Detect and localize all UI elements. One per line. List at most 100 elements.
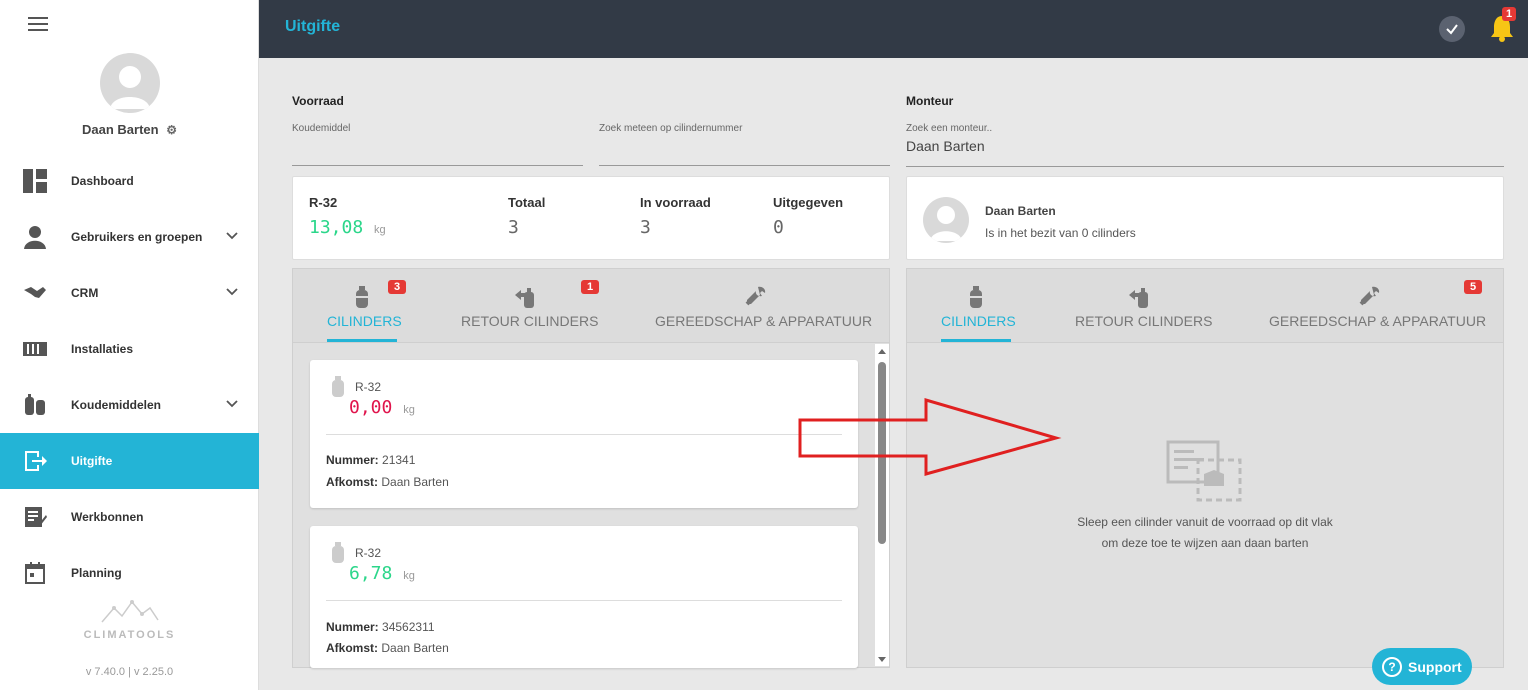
tab-label: GEREEDSCHAP & APPARATUUR [1269, 313, 1487, 329]
tab-cilinders[interactable]: CILINDERS [327, 269, 402, 343]
logo-text: CLIMATOOLS [83, 629, 176, 641]
koudemiddel-label: Koudemiddel [292, 123, 351, 134]
check-button[interactable] [1439, 16, 1465, 42]
tab-badge: 1 [581, 280, 600, 294]
monteur-card: Daan Barten Is in het bezit van 0 cilind… [906, 176, 1504, 260]
wrench-icon [745, 286, 766, 306]
tab-retour-cilinders[interactable]: RETOUR CILINDERS [1075, 269, 1212, 343]
drop-hint-line1: Sleep een cilinder vanuit de voorraad op… [1077, 515, 1333, 529]
tab-cilinders[interactable]: CILINDERS [941, 269, 1016, 343]
cylinder-nummer: Nummer: 34562311 [326, 620, 435, 634]
monteur-search-input[interactable]: Daan Barten [906, 138, 985, 154]
support-button[interactable]: ? Support [1372, 648, 1472, 685]
cylinder-icon [970, 286, 982, 308]
cylinder-afkomst: Afkomst: Daan Barten [326, 641, 449, 655]
monteur-drop-zone[interactable] [906, 343, 1504, 668]
cylinder-unit: kg [403, 570, 415, 582]
afkomst-label: Afkomst: [326, 641, 379, 655]
refrigerant-label: R-32 [309, 195, 338, 210]
cilinder-search-label: Zoek meteen op cilindernummer [599, 123, 743, 134]
tab-active-indicator [941, 339, 1011, 342]
sidebar-nav: Dashboard Gebruikers en groepen CRM Inst… [0, 153, 259, 601]
sidebar-item-label: Werkbonnen [71, 510, 144, 524]
sidebar-item-uitgifte[interactable]: Uitgifte [0, 433, 259, 489]
cylinder-icon [332, 542, 344, 563]
nummer-value: 34562311 [382, 620, 435, 634]
page-title: Uitgifte [285, 18, 341, 35]
cylinder-card[interactable]: R-32 6,78 kg Nummer: 34562311 Afkomst: D… [310, 526, 858, 668]
uitgegeven-label: Uitgegeven [773, 195, 844, 210]
sidebar-item-planning[interactable]: Planning [0, 545, 259, 601]
sidebar-item-koudemiddelen[interactable]: Koudemiddelen [0, 377, 259, 433]
sidebar-item-label: Installaties [71, 342, 134, 356]
top-bar: Uitgifte 1 [259, 0, 1528, 58]
chevron-down-icon[interactable] [225, 229, 239, 243]
notification-badge: 1 [1502, 7, 1517, 21]
tab-retour-cilinders[interactable]: RETOUR CILINDERS [461, 269, 599, 343]
tab-label: CILINDERS [941, 313, 1016, 329]
sidebar-item-label: Koudemiddelen [71, 398, 162, 412]
refrigerant-amount: 13,08 kg [309, 217, 386, 238]
monteur-search-label: Zoek een monteur.. [906, 123, 993, 134]
voorraad-tabs: CILINDERS 3 RETOUR CILINDERS 1 GEREEDSCH… [292, 268, 890, 343]
question-icon: ? [1382, 656, 1402, 677]
uitgegeven-value: 0 [773, 217, 784, 238]
tab-label: CILINDERS [327, 313, 402, 329]
tab-gereedschap[interactable]: GEREEDSCHAP & APPARATUUR [1269, 269, 1487, 343]
cylinder-type: R-32 [355, 546, 382, 560]
tab-label: RETOUR CILINDERS [461, 313, 599, 329]
sidebar-item-installaties[interactable]: Installaties [0, 321, 259, 377]
tab-badge: 5 [1464, 280, 1483, 294]
chevron-down-icon[interactable] [225, 397, 239, 411]
calendar-icon [23, 561, 47, 585]
cylinder-unit: kg [403, 404, 415, 416]
sidebar-item-label: CRM [71, 286, 99, 300]
cylinder-card[interactable]: R-32 0,00 kg Nummer: 21341 Afkomst: Daan… [310, 360, 858, 508]
cylinder-weight: 6,78 kg [349, 563, 415, 584]
check-icon [1446, 24, 1458, 35]
chevron-down-icon[interactable] [225, 285, 239, 299]
sidebar-item-label: Dashboard [71, 174, 134, 188]
amount-value: 13,08 [309, 217, 364, 238]
monteur-bezit: Is in het bezit van 0 cilinders [985, 226, 1136, 240]
scroll-up-icon[interactable] [877, 347, 887, 355]
monteur-tabs: CILINDERS RETOUR CILINDERS GEREEDSCHAP &… [906, 268, 1504, 343]
monteur-search-underline [906, 166, 1504, 167]
cylinders-icon [23, 393, 47, 417]
dashboard-icon [23, 169, 47, 193]
sidebar-item-crm[interactable]: CRM [0, 265, 259, 321]
totaal-label: Totaal [508, 195, 546, 210]
voorraad-value: 3 [640, 217, 651, 238]
menu-icon[interactable] [28, 17, 48, 31]
cilinder-search-input[interactable] [599, 165, 890, 166]
sidebar-item-gebruikers[interactable]: Gebruikers en groepen [0, 209, 259, 265]
cylinder-kg: 6,78 [349, 563, 393, 584]
cylinder-weight: 0,00 kg [349, 397, 415, 418]
sidebar-item-label: Gebruikers en groepen [71, 230, 203, 244]
user-name-label: Daan Barten [82, 122, 159, 137]
monteur-title: Monteur [906, 94, 954, 108]
scroll-down-icon[interactable] [877, 656, 887, 664]
sidebar: Daan Barten ⚙ Dashboard Gebruikers en gr… [0, 0, 259, 690]
sidebar-item-label: Planning [71, 566, 122, 580]
gear-icon[interactable]: ⚙ [166, 123, 177, 137]
koudemiddel-field[interactable] [292, 165, 583, 166]
exit-icon [23, 449, 47, 473]
sidebar-item-dashboard[interactable]: Dashboard [0, 153, 259, 209]
tab-gereedschap[interactable]: GEREEDSCHAP & APPARATUUR [655, 269, 872, 343]
cylinder-nummer: Nummer: 21341 [326, 453, 415, 467]
afkomst-value: Daan Barten [381, 475, 449, 489]
tab-badge: 3 [388, 280, 407, 294]
logo-mark-icon [100, 600, 159, 623]
avatar[interactable] [100, 53, 160, 113]
divider [326, 434, 842, 435]
support-label: Support [1408, 658, 1462, 675]
annotation-arrow-icon [798, 397, 1062, 476]
return-cylinder-icon [1129, 288, 1148, 308]
amount-unit: kg [374, 224, 386, 236]
handshake-icon [23, 281, 47, 305]
avatar [923, 197, 969, 243]
sidebar-item-werkbonnen[interactable]: Werkbonnen [0, 489, 259, 545]
user-name: Daan Barten ⚙ [0, 122, 259, 137]
nummer-label: Nummer: [326, 453, 379, 467]
